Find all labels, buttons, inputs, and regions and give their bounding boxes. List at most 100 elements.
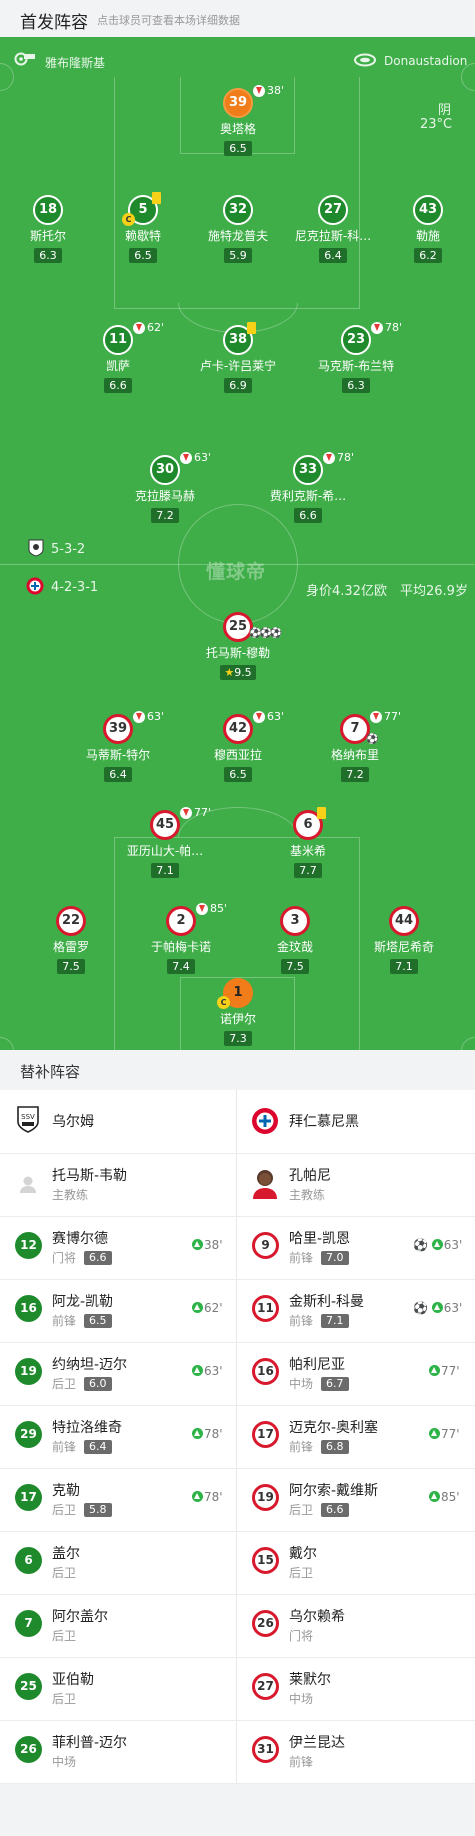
sub-rating: 6.0 [84,1377,112,1391]
player-rating: 6.4 [104,767,132,782]
jersey-number: 18 [33,195,63,225]
sub-in-icon [192,1302,203,1313]
star-icon: ★ [224,666,235,679]
sub-out-icon [370,711,382,723]
sub-player[interactable]: 17 迈克尔-奥利塞 前锋 6.8 77' [237,1405,473,1468]
sub-rating: 6.6 [321,1503,349,1517]
sub-player[interactable]: 6 盖尔 后卫 [0,1531,236,1594]
sub-in-time: 63' [192,1364,223,1378]
sub-player[interactable]: 19 约纳坦-迈尔 后卫 6.0 63' [0,1342,236,1405]
player-name: 卢卡-许吕莱宁 [199,359,277,373]
player-home-mid[interactable]: 38 卢卡-许吕莱宁 6.9 [183,322,293,393]
jersey-number: 23 [341,325,371,355]
jersey-number: 39 [103,714,133,744]
player-away-dm[interactable]: 45 77' 亚历山大-帕… 7.1 [110,806,220,878]
away-team-name: 拜仁慕尼黑 [289,1114,359,1130]
sub-time: 62' [147,321,165,334]
sub-player[interactable]: 12 赛博尔德 门将 6.6 38' [0,1216,236,1279]
sub-in-icon [431,1302,443,1313]
player-away-def[interactable]: 2 85' 于帕梅卡诺 7.4 [126,902,236,974]
sub-out-icon [196,903,208,915]
sub-player[interactable]: 15 戴尔 后卫 [237,1531,473,1594]
referee-name: 雅布隆斯基 [45,56,106,70]
player-name: 格雷罗 [52,940,89,954]
sub-player[interactable]: 26 菲利普-迈尔 中场 [0,1720,236,1783]
sub-out-icon [371,322,383,334]
player-home-def[interactable]: 32 施特龙普夫 5.9 [183,195,293,263]
player-away-def[interactable]: 22 格雷罗 7.5 [16,906,126,974]
player-away-gk[interactable]: 1 C 诺伊尔 7.3 [183,978,293,1046]
row-divider [0,1405,475,1406]
sub-position: 前锋 6.8 [289,1438,349,1455]
sub-name: 阿尔索-戴维斯 [289,1483,379,1499]
sub-position: 门将 6.6 [52,1249,112,1266]
player-home-mid[interactable]: 23 78' 马克斯-布兰特 6.3 [301,321,411,393]
player-home-def[interactable]: 27 尼克拉斯-科… 6.4 [278,195,388,263]
player-home-fwd[interactable]: 30 63' 克拉滕马赫 7.2 [110,451,220,523]
jersey-number: 25 [15,1673,42,1700]
goal-icon: ⚽ [413,1238,428,1252]
player-away-dm[interactable]: 6 基米希 7.7 [253,807,363,878]
player-away-def[interactable]: 44 斯塔尼希奇 7.1 [349,906,459,974]
sub-time: 78' [337,451,355,464]
player-home-def[interactable]: 43 勒施 6.2 [373,195,475,263]
sub-player[interactable]: 25 亚伯勒 后卫 [0,1657,236,1720]
player-rating: 7.7 [294,863,322,878]
subs-header: 替补阵容 [0,1050,475,1090]
sub-name: 哈里-凯恩 [289,1231,351,1247]
sub-position: 后卫 5.8 [52,1501,112,1518]
sub-in-time: ⚽ 63' [413,1238,463,1252]
sub-player[interactable]: 26 乌尔赖希 门将 [237,1594,473,1657]
player-away-def[interactable]: 3 金玟哉 7.5 [240,906,350,974]
ulm-badge-icon [28,539,44,561]
sub-player[interactable]: 17 克勒 后卫 5.8 78' [0,1468,236,1531]
player-home-fwd[interactable]: 33 78' 费利克斯-希… 6.6 [253,451,363,523]
sub-player[interactable]: 31 伊兰昆达 前锋 [237,1720,473,1783]
sub-in-icon [429,1428,440,1439]
player-name: 斯塔尼希奇 [373,940,434,954]
sub-rating: 7.0 [321,1251,349,1265]
sub-time: 63' [194,451,212,464]
away-coach[interactable]: 孔帕尼 主教练 [237,1153,473,1216]
sub-player[interactable]: 16 阿龙-凯勒 前锋 6.5 62' [0,1279,236,1342]
player-home-def[interactable]: 5 C 赖歇特 6.5 [88,192,198,263]
sub-time: 63' [267,710,285,723]
jersey-number: 42 [223,714,253,744]
jersey-number: 27 [252,1673,279,1700]
home-coach[interactable]: 托马斯-韦勒 主教练 [0,1153,236,1216]
player-rating: 6.5 [224,767,252,782]
player-rating: 7.1 [151,863,179,878]
sub-position: 后卫 [289,1566,314,1580]
sub-player[interactable]: 11 金斯利-科曼 前锋 7.1 ⚽ 63' [237,1279,473,1342]
player-rating: 7.1 [390,959,418,974]
yellow-card-icon [152,192,161,204]
player-home-mid[interactable]: 11 62' 凯萨 6.6 [63,321,173,393]
sub-time: 78' [385,321,403,334]
yellow-card-icon [247,322,256,334]
sub-player[interactable]: 9 哈里-凯恩 前锋 7.0 ⚽ 63' [237,1216,473,1279]
player-away-fwd[interactable]: 25 ⚽⚽⚽ 托马斯-穆勒 ★9.5 [183,612,293,680]
coach-avatar-icon [251,1167,279,1199]
player-away-mid[interactable]: 42 63' 穆西亚拉 6.5 [183,710,293,782]
jersey-number: 39 [223,88,253,118]
jersey-number: 9 [252,1232,279,1259]
sub-position: 中场 [289,1692,314,1706]
sub-in-icon [192,1365,203,1376]
player-rating: 6.5 [224,141,252,156]
player-away-mid[interactable]: 39 63' 马蒂斯-特尔 6.4 [63,710,173,782]
sub-player[interactable]: 29 特拉洛维奇 前锋 6.4 78' [0,1405,236,1468]
sub-player[interactable]: 27 莱默尔 中场 [237,1657,473,1720]
sub-position: 后卫 [52,1566,77,1580]
player-name: 于帕梅卡诺 [150,940,211,954]
player-name: 穆西亚拉 [213,748,262,762]
sub-out-icon [180,807,192,819]
sub-player[interactable]: 7 阿尔盖尔 后卫 [0,1594,236,1657]
sub-player[interactable]: 19 阿尔索-戴维斯 后卫 6.6 85' [237,1468,473,1531]
player-home-gk[interactable]: 39 38' 奥塔格 6.5 [183,84,293,156]
player-away-mid[interactable]: 7 77' ⚽ 格纳布里 7.2 [300,710,410,782]
subs-list: SSV 乌尔姆 拜仁慕尼黑 托马斯-韦勒 主教练 孔帕尼 主教练 12 赛博尔德… [0,1090,475,1836]
goal-icon: ⚽ [413,1301,428,1315]
row-divider [0,1468,475,1469]
sub-player[interactable]: 16 帕利尼亚 中场 6.7 77' [237,1342,473,1405]
sub-in-icon [429,1491,440,1502]
